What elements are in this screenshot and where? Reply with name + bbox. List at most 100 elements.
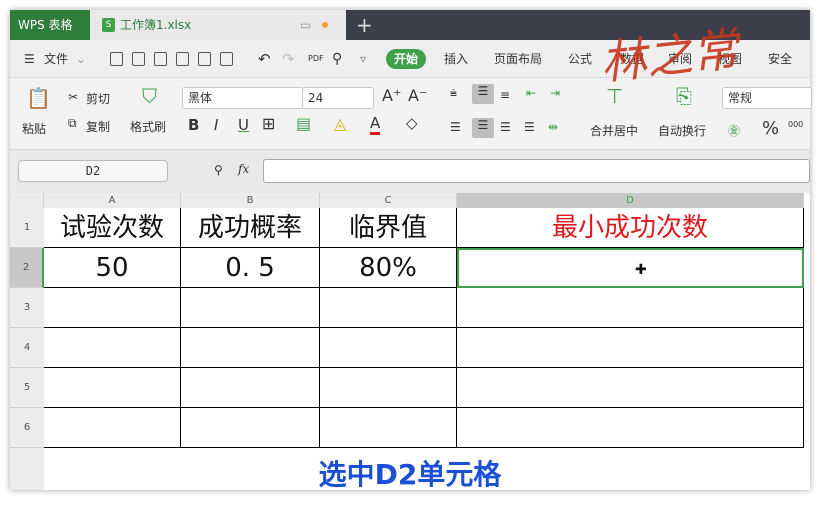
cell-c6[interactable] xyxy=(320,408,457,448)
cell-b3[interactable] xyxy=(181,288,320,328)
wrap-text-button[interactable]: 自动换行 xyxy=(658,122,706,139)
align-left-icon[interactable]: ☰ xyxy=(450,120,461,134)
formula-input[interactable] xyxy=(263,159,810,183)
select-all-corner[interactable] xyxy=(10,193,44,208)
cell-d2-selected[interactable]: ✚ xyxy=(457,248,804,288)
cell-d4[interactable] xyxy=(457,328,804,368)
preview-icon[interactable] xyxy=(220,52,233,66)
cell-d6[interactable] xyxy=(457,408,804,448)
distribute-icon[interactable]: ⇹ xyxy=(548,120,558,134)
file-menu[interactable]: 文件 xyxy=(44,40,68,78)
document-tab[interactable]: S 工作簿1.xlsx ▭ xyxy=(90,10,346,40)
cell-c5[interactable] xyxy=(320,368,457,408)
align-middle-icon[interactable]: ☰ xyxy=(472,84,494,104)
column-header-c[interactable]: C xyxy=(320,193,457,208)
align-bottom-icon[interactable]: ≡ xyxy=(500,88,510,102)
row-header-5[interactable]: 5 xyxy=(10,368,44,408)
row-header-1[interactable]: 1 xyxy=(10,208,44,248)
cell-c3[interactable] xyxy=(320,288,457,328)
menu-icon[interactable]: ☰ xyxy=(24,40,35,78)
outdent-icon[interactable]: ⇤ xyxy=(526,86,536,100)
paste-button[interactable]: 粘贴 xyxy=(22,120,46,137)
cell-d5[interactable] xyxy=(457,368,804,408)
font-color-icon[interactable]: A xyxy=(370,114,381,135)
zoom-icon[interactable]: ⚲ xyxy=(214,163,223,177)
column-header-d[interactable]: D xyxy=(457,193,804,208)
chevron-down-icon[interactable]: ⌄ xyxy=(76,40,86,78)
cell-a5[interactable] xyxy=(44,368,181,408)
font-size-select[interactable]: 24 xyxy=(302,87,374,109)
cell-b6[interactable] xyxy=(181,408,320,448)
open-folder-icon[interactable] xyxy=(132,52,145,66)
column-header-a[interactable]: A xyxy=(44,193,181,208)
borders-icon[interactable]: ⊞ xyxy=(262,114,275,133)
tab-insert[interactable]: 插入 xyxy=(444,40,468,78)
percent-button[interactable]: % xyxy=(762,118,779,139)
format-painter-button[interactable]: 格式刷 xyxy=(130,118,166,135)
bold-button[interactable]: B xyxy=(188,116,199,134)
redo-icon[interactable]: ↷ xyxy=(282,40,295,78)
print-icon[interactable] xyxy=(176,52,189,66)
fill-color-icon[interactable]: ◬ xyxy=(334,114,346,133)
decrease-font-icon[interactable]: A⁻ xyxy=(408,86,427,105)
row-header-6[interactable]: 6 xyxy=(10,408,44,448)
undo-icon[interactable]: ↶ xyxy=(258,40,271,78)
more-icon[interactable]: ▿ xyxy=(360,40,366,78)
tab-security[interactable]: 安全 xyxy=(768,40,792,78)
ribbon: 📋 粘贴 ✂ 剪切 ⧉ 复制 ⛉ 格式刷 黑体 24 A⁺ A⁻ B I U ⊞… xyxy=(10,78,812,150)
app-tab[interactable]: WPS 表格 xyxy=(10,10,90,40)
indent-icon[interactable]: ⇥ xyxy=(550,86,560,100)
justify-icon[interactable]: ☰ xyxy=(524,120,535,134)
tab-start[interactable]: 开始 xyxy=(386,49,426,69)
cell-style-icon[interactable]: ▤ xyxy=(296,114,311,133)
thousands-button[interactable]: 000 xyxy=(788,120,803,129)
cell-b4[interactable] xyxy=(181,328,320,368)
cut-button[interactable]: 剪切 xyxy=(86,90,110,107)
print-preview-icon[interactable] xyxy=(198,52,211,66)
font-name-select[interactable]: 黑体 xyxy=(182,87,304,109)
format-painter-icon[interactable]: ⛉ xyxy=(142,84,157,108)
cell-d1[interactable]: 最小成功次数 xyxy=(457,208,804,248)
column-header-b[interactable]: B xyxy=(181,193,320,208)
row-header-2[interactable]: 2 xyxy=(10,248,44,288)
save-icon[interactable] xyxy=(154,52,167,66)
cell-b5[interactable] xyxy=(181,368,320,408)
fx-icon[interactable]: fx xyxy=(238,162,249,176)
number-format-select[interactable]: 常规 xyxy=(722,87,812,109)
new-tab-button[interactable]: + xyxy=(356,10,373,40)
row-header-4[interactable]: 4 xyxy=(10,328,44,368)
italic-button[interactable]: I xyxy=(214,116,218,134)
copy-icon[interactable]: ⧉ xyxy=(68,116,77,131)
clear-icon[interactable]: ◇ xyxy=(406,114,418,132)
align-right-icon[interactable]: ☰ xyxy=(500,120,511,134)
pdf-icon[interactable]: PDF xyxy=(308,40,324,78)
wrap-text-icon[interactable]: ⎘ xyxy=(676,84,692,108)
tab-formulas[interactable]: 公式 xyxy=(568,40,592,78)
cell-d3[interactable] xyxy=(457,288,804,328)
scissors-icon[interactable]: ✂ xyxy=(68,90,78,104)
new-file-icon[interactable] xyxy=(110,52,123,66)
cell-a3[interactable] xyxy=(44,288,181,328)
paste-icon[interactable]: 📋 xyxy=(26,86,51,110)
merge-center-button[interactable]: 合并居中 xyxy=(590,122,638,139)
cell-a1[interactable]: 试验次数 xyxy=(44,208,181,248)
copy-button[interactable]: 复制 xyxy=(86,118,110,135)
tab-page-layout[interactable]: 页面布局 xyxy=(494,40,542,78)
cell-a6[interactable] xyxy=(44,408,181,448)
align-center-icon[interactable]: ☰ xyxy=(472,118,494,138)
search-icon[interactable]: ⚲ xyxy=(332,40,342,78)
cell-c1[interactable]: 临界值 xyxy=(320,208,457,248)
cell-c4[interactable] xyxy=(320,328,457,368)
cell-a4[interactable] xyxy=(44,328,181,368)
increase-font-icon[interactable]: A⁺ xyxy=(382,86,401,105)
row-header-3[interactable]: 3 xyxy=(10,288,44,328)
name-box[interactable]: D2 xyxy=(18,160,168,182)
cell-c2[interactable]: 80% xyxy=(320,248,457,288)
align-top-icon[interactable]: ⩧ xyxy=(450,86,457,101)
monitor-icon[interactable]: ▭ xyxy=(300,10,311,40)
cell-a2[interactable]: 50 xyxy=(44,248,181,288)
cell-b1[interactable]: 成功概率 xyxy=(181,208,320,248)
cell-b2[interactable]: 0. 5 xyxy=(181,248,320,288)
currency-icon[interactable]: ㊎ xyxy=(728,122,740,139)
underline-button[interactable]: U xyxy=(238,116,249,134)
